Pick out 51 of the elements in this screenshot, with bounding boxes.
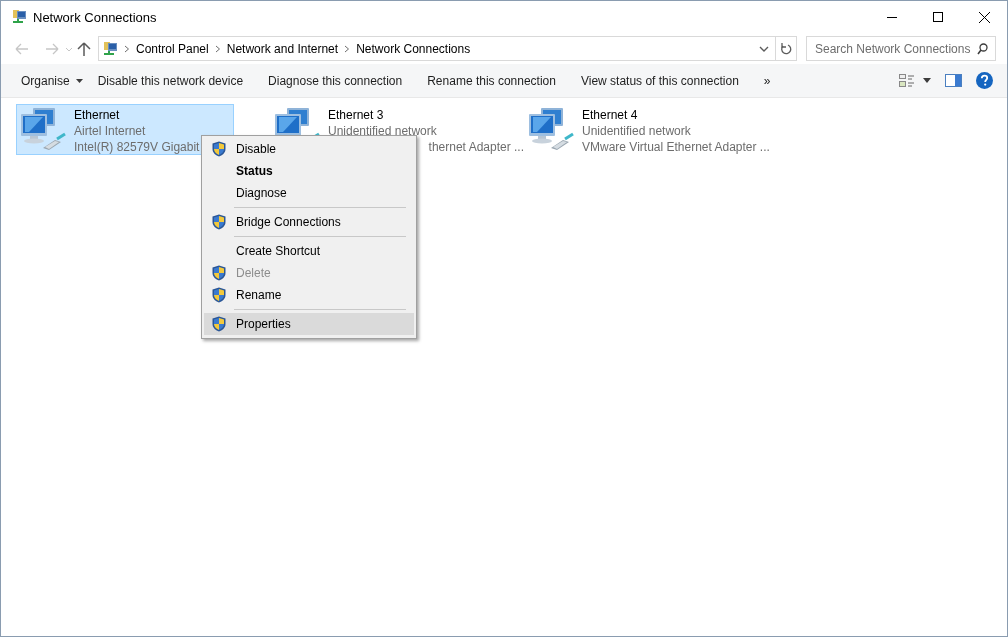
chevron-right-icon[interactable] <box>214 44 221 53</box>
connection-status: Unidentified network <box>582 123 691 139</box>
search-icon <box>977 43 988 55</box>
view-options-icon[interactable] <box>899 73 915 88</box>
adapter-name: thernet Adapter ... <box>427 139 524 155</box>
shield-icon <box>212 214 226 230</box>
toolbar-button[interactable]: Rename this connection <box>417 68 566 93</box>
chevron-right-icon[interactable] <box>344 44 351 53</box>
toolbar-button[interactable]: View status of this connection <box>570 68 749 93</box>
menu-item[interactable]: Rename <box>204 284 414 306</box>
refresh-icon[interactable] <box>780 42 792 55</box>
connection-status: Airtel Internet <box>74 123 146 139</box>
window-icon <box>11 9 27 25</box>
connection-item[interactable]: Ethernet Airtel Internet Intel(R) 82579V Gigabit <box>16 104 234 155</box>
toolbar-button[interactable]: Diagnose this connection <box>258 68 413 93</box>
connection-status: Unidentified network <box>328 123 437 139</box>
connection-item[interactable]: Ethernet 4 Unidentified network VMware Virtual Ethernet Adapter ... <box>524 104 775 155</box>
menu-item[interactable]: Diagnose <box>204 182 414 204</box>
caret-down-icon <box>75 78 83 83</box>
search-field[interactable]: Search Network Connections <box>806 36 996 61</box>
toolbar-button[interactable]: Disable this network device <box>87 68 254 93</box>
shield-icon <box>212 265 226 281</box>
connection-name: Ethernet <box>74 107 120 123</box>
more-commands-button[interactable]: » <box>753 68 781 93</box>
adapter-name: VMware Virtual Ethernet Adapter ... <box>582 139 770 155</box>
menu-item[interactable]: Properties <box>204 313 414 335</box>
breadcrumb[interactable]: Network Connections <box>356 41 471 56</box>
location-icon <box>102 40 118 57</box>
breadcrumb[interactable]: Control Panel <box>136 41 209 56</box>
chevron-down-icon[interactable] <box>759 44 769 53</box>
connection-name: Ethernet 3 <box>328 107 384 123</box>
adapter-name: Intel(R) 82579V Gigabit <box>74 139 200 155</box>
address-bar[interactable]: Control Panel Network and Internet Network Connections <box>98 36 797 61</box>
shield-icon <box>212 287 226 303</box>
maximize-icon <box>933 12 943 22</box>
up-arrow-icon[interactable] <box>75 40 93 57</box>
preview-pane-icon[interactable] <box>945 74 962 87</box>
close-icon <box>978 11 990 23</box>
connection-name: Ethernet 4 <box>582 107 638 123</box>
help-icon[interactable] <box>976 72 993 89</box>
window-title: Network Connections <box>33 9 158 25</box>
menu-item[interactable]: Create Shortcut <box>204 240 414 262</box>
minimize-icon <box>887 16 897 18</box>
chevron-right-icon[interactable] <box>124 44 130 53</box>
toolbar-button[interactable]: Organise <box>11 68 83 93</box>
caret-down-icon[interactable] <box>923 78 931 83</box>
menu-item[interactable]: Bridge Connections <box>204 211 414 233</box>
breadcrumb[interactable]: Network and Internet <box>226 41 339 56</box>
shield-icon <box>212 316 226 332</box>
shield-icon <box>212 141 226 157</box>
menu-item[interactable]: Status <box>204 160 414 182</box>
